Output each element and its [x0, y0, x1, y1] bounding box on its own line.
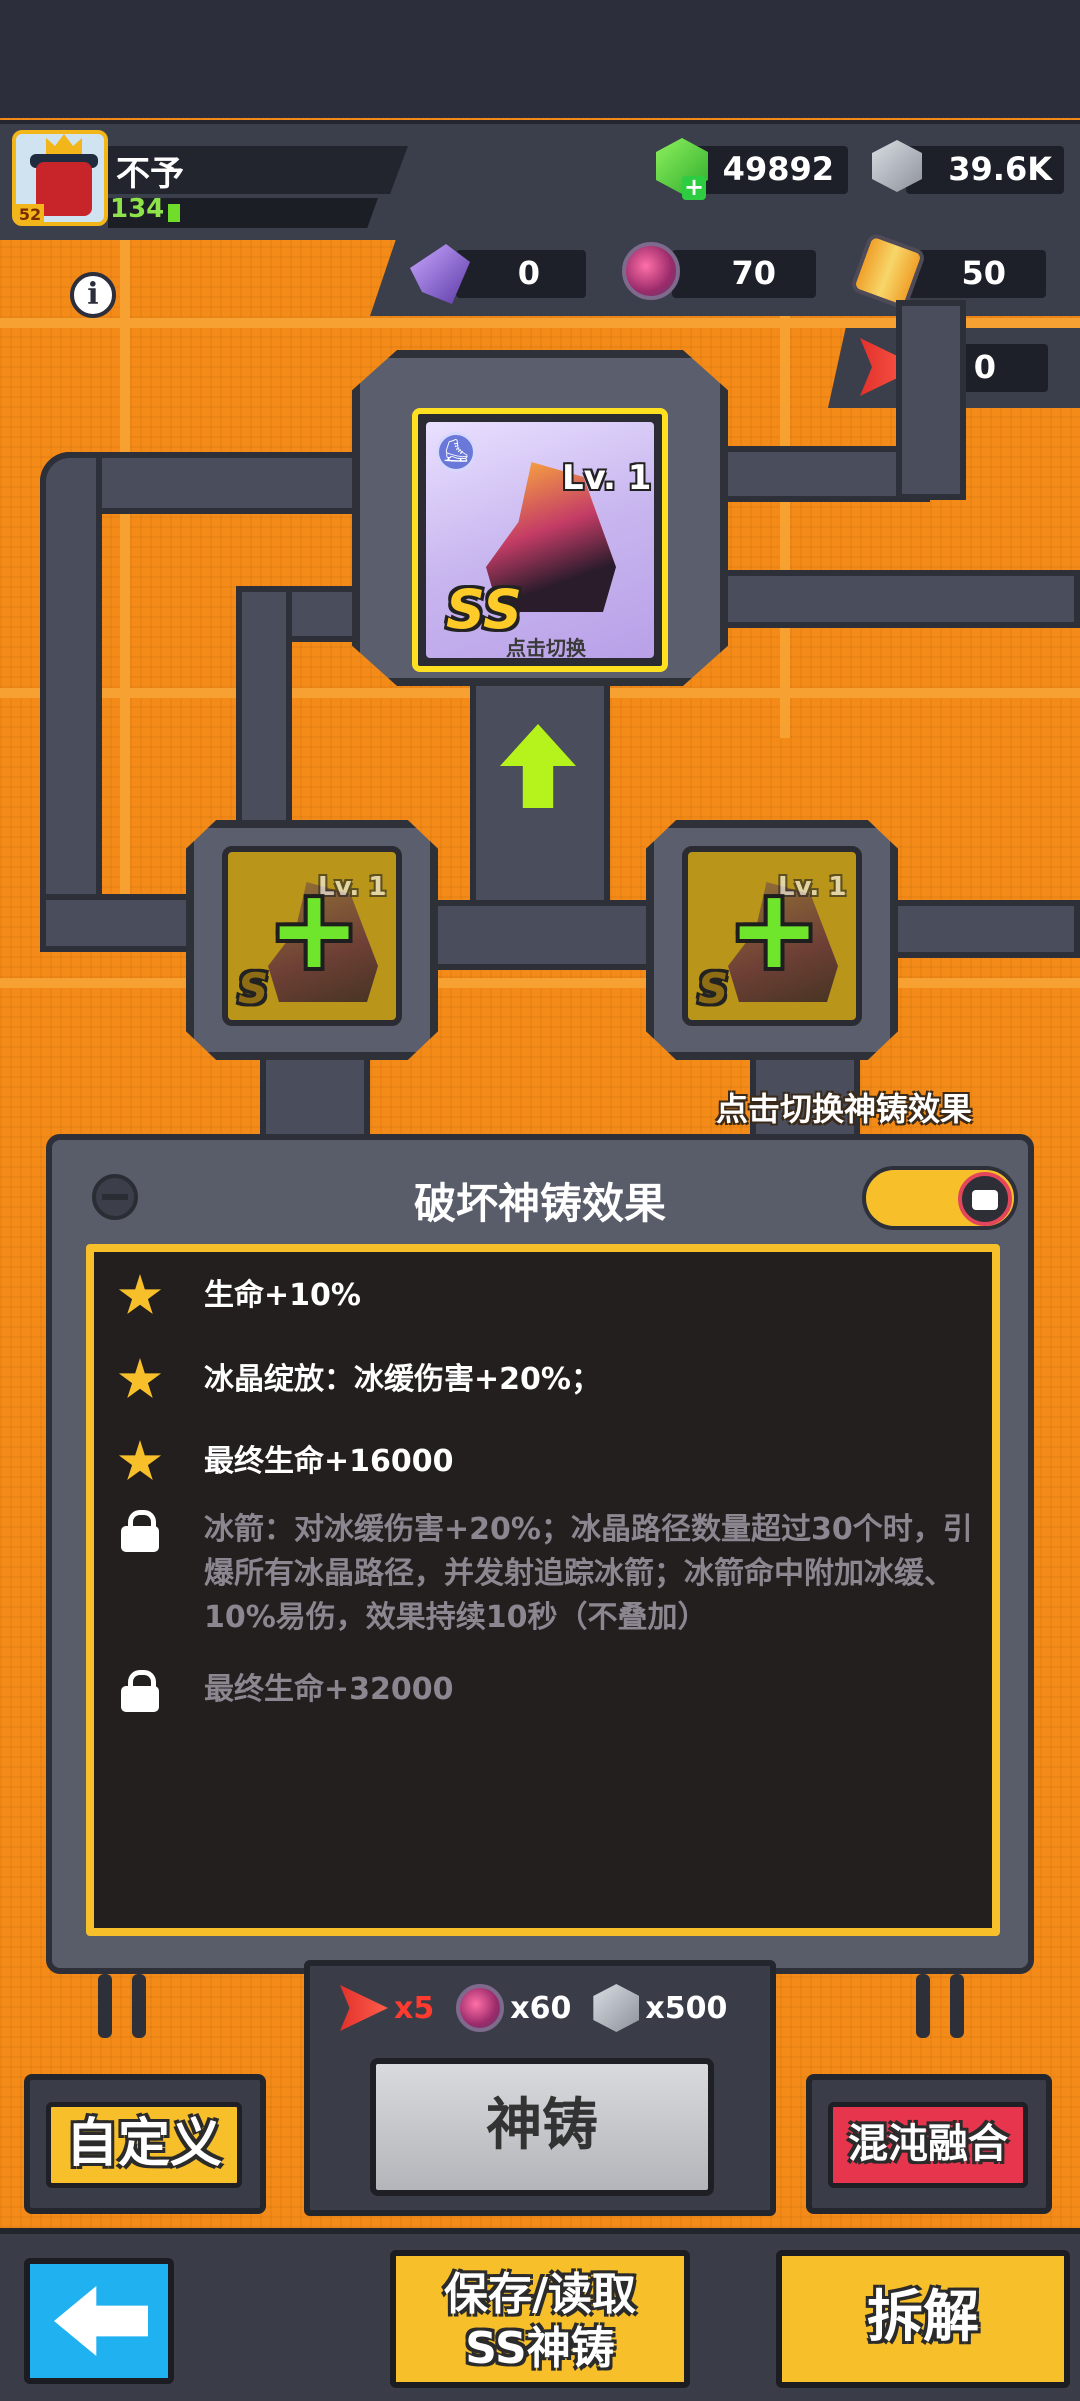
orb-cost: x60	[510, 1990, 572, 2026]
scrolls-value: 50	[961, 254, 1006, 292]
back-arrow-icon	[54, 2286, 148, 2356]
exp-fill	[168, 204, 180, 222]
chaos-fusion-button[interactable]: 混沌融合	[828, 2102, 1028, 2188]
custom-button[interactable]: 自定义	[46, 2102, 242, 2188]
save-load-button[interactable]: 保存/读取 SS神铸	[390, 2250, 690, 2388]
status-area	[0, 0, 1080, 118]
forge-button[interactable]: 神铸	[370, 2058, 714, 2196]
avatar-level: 52	[16, 204, 44, 222]
plus-icon: +	[268, 865, 361, 993]
avatar[interactable]: 52	[12, 130, 108, 226]
effect-panel: 破坏神铸效果 生命+10% 冰晶绽放：冰缓伤害+20%； 最终生命+16000 …	[46, 1134, 1034, 1974]
main-item-tap-hint: 点击切换	[506, 636, 586, 660]
effect-text: 最终生命+32000	[204, 1672, 454, 1707]
orbs-value: 70	[731, 254, 776, 292]
pipe	[896, 300, 966, 500]
toggle-knob-icon	[958, 1172, 1012, 1226]
cube-cost: x500	[645, 1990, 728, 2026]
save-load-label-2: SS神铸	[465, 2323, 615, 2374]
right-slot-grade: S	[698, 964, 729, 1013]
forge-console: x5 x60 x500 神铸	[304, 1960, 776, 2216]
left-slot-grade: S	[238, 964, 269, 1013]
forge-cost: x5 x60 x500	[340, 1984, 749, 2032]
slot-decor	[916, 1974, 930, 2038]
lock-icon	[118, 1668, 162, 1712]
main-item-level: Lv. 1	[562, 458, 652, 498]
card-background: ⛸ Lv. 1 SS 点击切换	[426, 422, 654, 660]
star-icon	[118, 1358, 162, 1399]
slot-decor	[132, 1974, 146, 2038]
player-level: 134	[110, 194, 165, 224]
effect-row: 冰箭：对冰缓伤害+20%；冰晶路径数量超过30个时，引爆所有冰晶路径，并发射追踪…	[118, 1508, 978, 1640]
disassemble-button[interactable]: 拆解	[776, 2250, 1070, 2388]
switch-effect-hint[interactable]: 点击切换神铸效果	[716, 1084, 972, 1130]
player-name: 不予	[116, 154, 184, 194]
effect-row: 生命+10%	[118, 1274, 978, 1318]
orb-icon	[622, 242, 680, 300]
slot-decor	[950, 1974, 964, 2038]
avatar-face	[36, 162, 92, 216]
effect-row: 最终生命+16000	[118, 1440, 978, 1484]
info-icon[interactable]: i	[70, 272, 116, 318]
bg-line	[0, 978, 1080, 988]
effect-text: 冰晶绽放：冰缓伤害+20%；	[204, 1362, 601, 1397]
save-load-label-1: 保存/读取	[443, 2269, 637, 2320]
gems-value: 49892	[722, 150, 834, 188]
plus-icon: +	[728, 865, 821, 993]
cubes-value: 39.6K	[948, 150, 1052, 188]
left-material-slot[interactable]: Lv. 1 S +	[222, 846, 402, 1026]
star-icon	[118, 1274, 162, 1315]
effect-text: 生命+10%	[204, 1278, 361, 1313]
pipe	[890, 900, 1080, 958]
slot-decor	[98, 1974, 112, 2038]
effect-text: 冰箭：对冰缓伤害+20%；冰晶路径数量超过30个时，引爆所有冰晶路径，并发射追踪…	[204, 1512, 973, 1635]
shards-value: 0	[517, 254, 540, 292]
pipe	[40, 894, 210, 952]
back-button[interactable]	[24, 2258, 174, 2384]
effect-toggle[interactable]	[862, 1166, 1018, 1230]
custom-frame: 自定义	[24, 2074, 266, 2214]
effect-row: 最终生命+32000	[118, 1668, 978, 1712]
ticket-icon	[340, 1985, 388, 2031]
pipe	[700, 570, 1080, 628]
star-icon	[118, 1440, 162, 1481]
cube-icon	[593, 1984, 640, 2032]
bg-line	[120, 238, 130, 938]
element-badge-icon: ⛸	[436, 432, 476, 472]
crown-icon	[46, 134, 82, 154]
effect-row: 冰晶绽放：冰缓伤害+20%；	[118, 1358, 978, 1402]
ticket-cost: x5	[394, 1990, 435, 2026]
effect-text: 最终生命+16000	[204, 1444, 454, 1479]
effect-list: 生命+10% 冰晶绽放：冰缓伤害+20%； 最终生命+16000 冰箭：对冰缓伤…	[86, 1244, 1000, 1936]
pipe	[40, 452, 102, 942]
main-equipment-card[interactable]: ⛸ Lv. 1 SS 点击切换	[412, 408, 668, 672]
right-material-slot[interactable]: Lv. 1 S +	[682, 846, 862, 1026]
pipe	[236, 586, 292, 836]
chaos-frame: 混沌融合	[806, 2074, 1052, 2214]
lock-icon	[118, 1508, 162, 1552]
pipe	[400, 900, 680, 970]
orb-icon	[456, 1984, 505, 2032]
